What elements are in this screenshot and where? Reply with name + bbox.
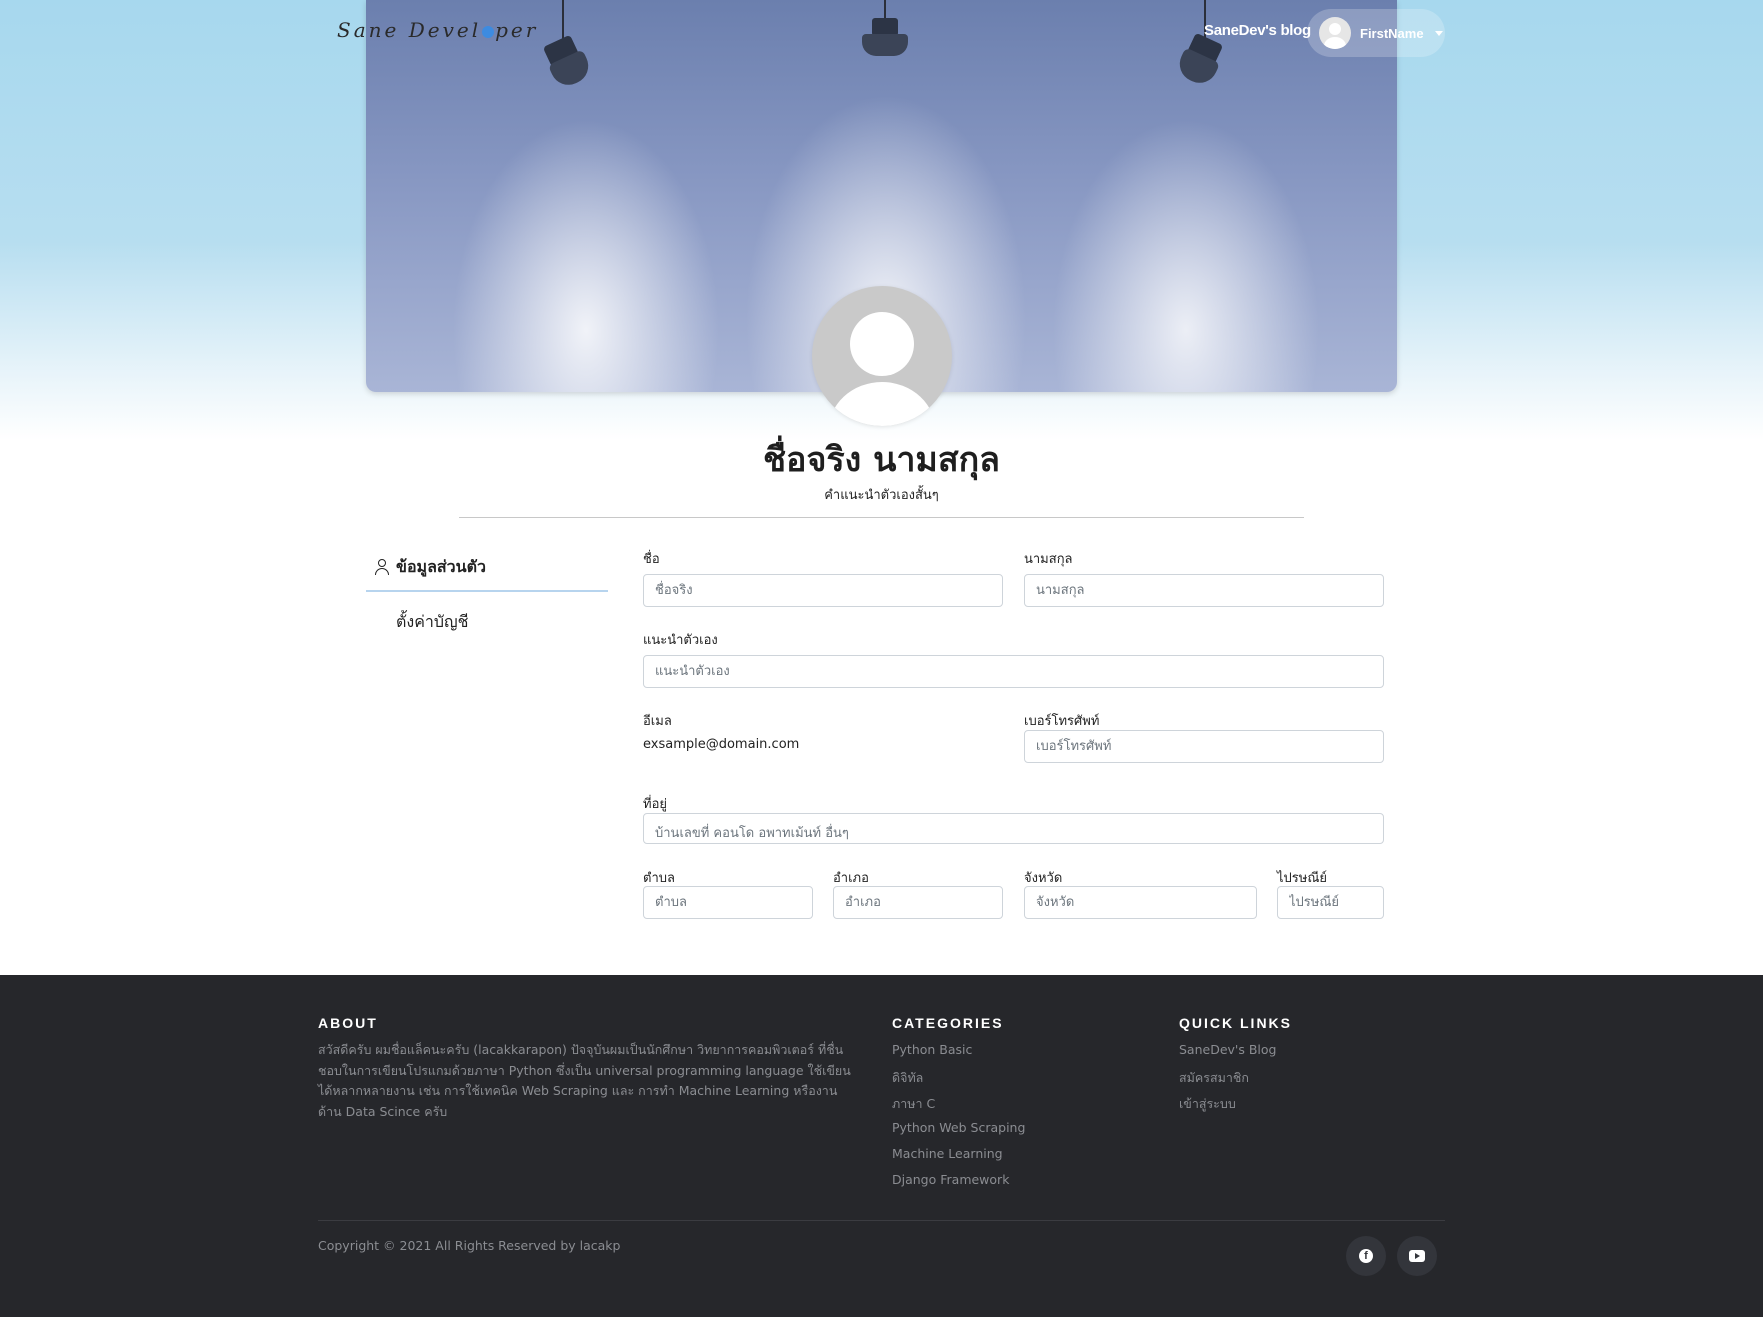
category-link[interactable]: Django Framework xyxy=(892,1172,1025,1198)
footer-divider xyxy=(318,1220,1445,1221)
category-link[interactable]: Python Basic xyxy=(892,1042,1025,1068)
youtube-button[interactable] xyxy=(1397,1236,1437,1276)
youtube-icon xyxy=(1409,1250,1425,1262)
person-icon xyxy=(374,558,390,576)
category-link[interactable]: Machine Learning xyxy=(892,1146,1025,1172)
quick-link[interactable]: SaneDev's Blog xyxy=(1179,1042,1276,1068)
tab-personal-info-label: ข้อมูลส่วนตัว xyxy=(396,556,486,576)
district-input[interactable] xyxy=(833,886,1003,919)
tab-personal-info[interactable]: ข้อมูลส่วนตัว xyxy=(366,544,608,592)
first-name-label: ชื่อ xyxy=(643,552,660,567)
logo-dot-icon xyxy=(482,25,495,38)
district-label: อำเภอ xyxy=(833,871,869,886)
last-name-input[interactable] xyxy=(1024,574,1384,607)
chevron-down-icon xyxy=(1434,30,1443,36)
postal-code-label: ไปรษณีย์ xyxy=(1277,871,1328,886)
phone-input[interactable] xyxy=(1024,730,1384,763)
category-link[interactable]: Python Web Scraping xyxy=(892,1120,1025,1146)
footer-quick-links-title: QUICK LINKS xyxy=(1179,1015,1292,1031)
footer-categories-list: Python Basic ดิจิทัล ภาษา C Python Web S… xyxy=(892,1042,1025,1198)
address-label: ที่อยู่ xyxy=(643,797,667,812)
bio-input[interactable] xyxy=(643,655,1384,688)
site-footer xyxy=(0,975,1763,1317)
profile-short-bio: คำแนะนำตัวเองสั้นๆ xyxy=(824,488,939,503)
user-avatar-icon xyxy=(1319,17,1351,49)
phone-label: เบอร์โทรศัพท์ xyxy=(1024,714,1100,729)
category-link[interactable]: ดิจิทัล xyxy=(892,1068,1025,1094)
site-logo[interactable]: Sane Devel per xyxy=(337,18,538,42)
footer-about-text: สวัสดีครับ ผมชื่อแล็คนะครับ (lacakkarapo… xyxy=(318,1042,851,1119)
address-input[interactable] xyxy=(643,813,1384,844)
last-name-label: นามสกุล xyxy=(1024,552,1073,567)
logo-text: Sane Devel xyxy=(337,18,482,42)
first-name-input[interactable] xyxy=(643,574,1003,607)
user-name: FirstName xyxy=(1360,25,1424,41)
footer-quick-links-list: SaneDev's Blog สมัครสมาชิก เข้าสู่ระบบ xyxy=(1179,1042,1276,1120)
subdistrict-input[interactable] xyxy=(643,886,813,919)
divider xyxy=(459,517,1304,518)
facebook-button[interactable]: f xyxy=(1346,1236,1386,1276)
bio-label: แนะนำตัวเอง xyxy=(643,633,718,648)
email-label: อีเมล xyxy=(643,714,672,729)
footer-copyright: Copyright © 2021 All Rights Reserved by … xyxy=(318,1238,621,1253)
facebook-icon: f xyxy=(1359,1249,1373,1263)
quick-link[interactable]: สมัครสมาชิก xyxy=(1179,1068,1276,1094)
quick-link[interactable]: เข้าสู่ระบบ xyxy=(1179,1094,1276,1120)
profile-avatar[interactable] xyxy=(812,286,952,426)
province-input[interactable] xyxy=(1024,886,1257,919)
nav-blog-link[interactable]: SaneDev's blog xyxy=(1204,22,1311,39)
category-link[interactable]: ภาษา C xyxy=(892,1094,1025,1120)
subdistrict-label: ตำบล xyxy=(643,871,675,886)
user-menu-dropdown[interactable]: FirstName xyxy=(1307,9,1445,57)
profile-full-name: ชื่อจริง นามสกุล xyxy=(762,440,1001,480)
logo-text-end: per xyxy=(495,18,539,42)
postal-code-input[interactable] xyxy=(1277,886,1384,919)
footer-about-title: ABOUT xyxy=(318,1015,378,1031)
tab-account-settings[interactable]: ตั้งค่าบัญชี xyxy=(396,610,469,635)
email-value: exsample@domain.com xyxy=(643,737,800,752)
province-label: จังหวัด xyxy=(1024,871,1063,886)
footer-categories-title: CATEGORIES xyxy=(892,1015,1004,1031)
